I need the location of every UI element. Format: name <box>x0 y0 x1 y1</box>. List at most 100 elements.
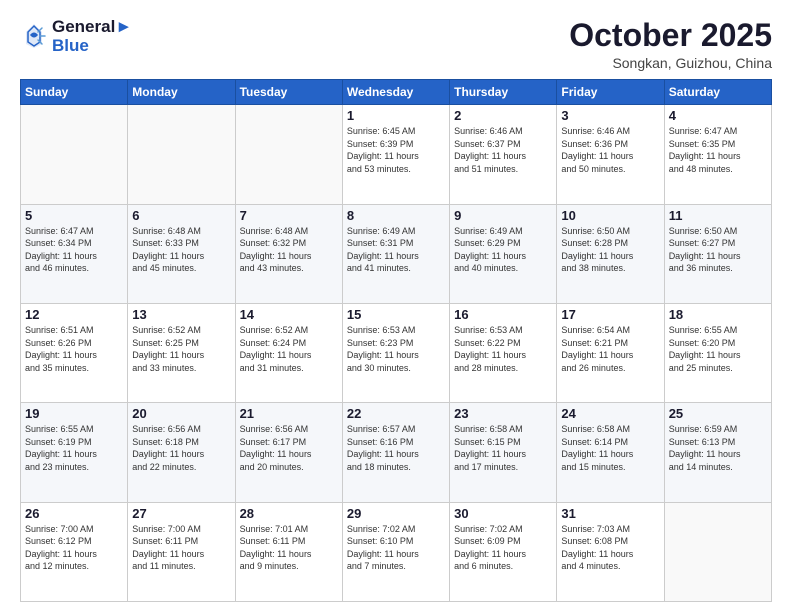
day-number: 14 <box>240 307 338 322</box>
day-number: 20 <box>132 406 230 421</box>
calendar-cell <box>664 502 771 601</box>
day-number: 22 <box>347 406 445 421</box>
day-info: Sunrise: 6:48 AM Sunset: 6:32 PM Dayligh… <box>240 225 338 275</box>
location: Songkan, Guizhou, China <box>569 55 772 71</box>
calendar-cell <box>235 105 342 204</box>
calendar-cell: 3 Sunrise: 6:46 AM Sunset: 6:36 PM Daylig… <box>557 105 664 204</box>
day-info: Sunrise: 6:46 AM Sunset: 6:37 PM Dayligh… <box>454 125 552 175</box>
calendar-table: Sunday Monday Tuesday Wednesday Thursday… <box>20 79 772 602</box>
calendar-cell: 7 Sunrise: 6:48 AM Sunset: 6:32 PM Daylig… <box>235 204 342 303</box>
calendar-cell <box>21 105 128 204</box>
title-block: October 2025 Songkan, Guizhou, China <box>569 18 772 71</box>
logo: General► Blue <box>20 18 132 55</box>
day-number: 29 <box>347 506 445 521</box>
day-number: 26 <box>25 506 123 521</box>
day-info: Sunrise: 6:55 AM Sunset: 6:19 PM Dayligh… <box>25 423 123 473</box>
day-info: Sunrise: 6:49 AM Sunset: 6:29 PM Dayligh… <box>454 225 552 275</box>
calendar-week-row: 12Sunrise: 6:51 AM Sunset: 6:26 PM Dayli… <box>21 303 772 402</box>
day-number: 19 <box>25 406 123 421</box>
day-number: 9 <box>454 208 552 223</box>
day-number: 16 <box>454 307 552 322</box>
calendar-cell: 24 Sunrise: 6:58 AM Sunset: 6:14 PM Dayli… <box>557 403 664 502</box>
day-info: Sunrise: 6:46 AM Sunset: 6:36 PM Dayligh… <box>561 125 659 175</box>
calendar-cell: 5Sunrise: 6:47 AM Sunset: 6:34 PM Daylig… <box>21 204 128 303</box>
day-number: 2 <box>454 108 552 123</box>
day-info: Sunrise: 7:00 AM Sunset: 6:11 PM Dayligh… <box>132 523 230 573</box>
day-info: Sunrise: 7:00 AM Sunset: 6:12 PM Dayligh… <box>25 523 123 573</box>
header-monday: Monday <box>128 80 235 105</box>
day-info: Sunrise: 6:58 AM Sunset: 6:14 PM Dayligh… <box>561 423 659 473</box>
calendar-cell: 16 Sunrise: 6:53 AM Sunset: 6:22 PM Dayli… <box>450 303 557 402</box>
day-number: 23 <box>454 406 552 421</box>
day-number: 18 <box>669 307 767 322</box>
calendar-week-row: 5Sunrise: 6:47 AM Sunset: 6:34 PM Daylig… <box>21 204 772 303</box>
day-info: Sunrise: 6:56 AM Sunset: 6:17 PM Dayligh… <box>240 423 338 473</box>
calendar-cell: 14 Sunrise: 6:52 AM Sunset: 6:24 PM Dayli… <box>235 303 342 402</box>
day-info: Sunrise: 6:52 AM Sunset: 6:24 PM Dayligh… <box>240 324 338 374</box>
calendar-week-row: 26 Sunrise: 7:00 AM Sunset: 6:12 PM Dayli… <box>21 502 772 601</box>
calendar-cell: 20 Sunrise: 6:56 AM Sunset: 6:18 PM Dayli… <box>128 403 235 502</box>
calendar-cell: 15 Sunrise: 6:53 AM Sunset: 6:23 PM Dayli… <box>342 303 449 402</box>
calendar-cell: 18Sunrise: 6:55 AM Sunset: 6:20 PM Dayli… <box>664 303 771 402</box>
logo-text-line2: Blue <box>52 37 132 56</box>
day-info: Sunrise: 6:53 AM Sunset: 6:23 PM Dayligh… <box>347 324 445 374</box>
calendar-cell: 2 Sunrise: 6:46 AM Sunset: 6:37 PM Daylig… <box>450 105 557 204</box>
day-info: Sunrise: 7:02 AM Sunset: 6:10 PM Dayligh… <box>347 523 445 573</box>
day-number: 10 <box>561 208 659 223</box>
month-title: October 2025 <box>569 18 772 53</box>
day-number: 7 <box>240 208 338 223</box>
day-number: 1 <box>347 108 445 123</box>
calendar-cell: 23Sunrise: 6:58 AM Sunset: 6:15 PM Dayli… <box>450 403 557 502</box>
day-number: 5 <box>25 208 123 223</box>
day-number: 25 <box>669 406 767 421</box>
day-number: 6 <box>132 208 230 223</box>
day-number: 13 <box>132 307 230 322</box>
logo-icon <box>20 22 48 50</box>
page: General► Blue October 2025 Songkan, Guiz… <box>0 0 792 612</box>
calendar-cell: 17 Sunrise: 6:54 AM Sunset: 6:21 PM Dayli… <box>557 303 664 402</box>
calendar-cell: 8 Sunrise: 6:49 AM Sunset: 6:31 PM Daylig… <box>342 204 449 303</box>
calendar-cell: 4Sunrise: 6:47 AM Sunset: 6:35 PM Daylig… <box>664 105 771 204</box>
day-info: Sunrise: 6:45 AM Sunset: 6:39 PM Dayligh… <box>347 125 445 175</box>
day-info: Sunrise: 6:53 AM Sunset: 6:22 PM Dayligh… <box>454 324 552 374</box>
header-thursday: Thursday <box>450 80 557 105</box>
calendar-cell: 27Sunrise: 7:00 AM Sunset: 6:11 PM Dayli… <box>128 502 235 601</box>
calendar-cell: 12Sunrise: 6:51 AM Sunset: 6:26 PM Dayli… <box>21 303 128 402</box>
calendar-cell: 22 Sunrise: 6:57 AM Sunset: 6:16 PM Dayli… <box>342 403 449 502</box>
calendar-cell: 21 Sunrise: 6:56 AM Sunset: 6:17 PM Dayli… <box>235 403 342 502</box>
day-number: 15 <box>347 307 445 322</box>
day-info: Sunrise: 6:47 AM Sunset: 6:35 PM Dayligh… <box>669 125 767 175</box>
calendar-body: 1 Sunrise: 6:45 AM Sunset: 6:39 PM Daylig… <box>21 105 772 602</box>
calendar-cell: 11Sunrise: 6:50 AM Sunset: 6:27 PM Dayli… <box>664 204 771 303</box>
header-friday: Friday <box>557 80 664 105</box>
day-info: Sunrise: 7:03 AM Sunset: 6:08 PM Dayligh… <box>561 523 659 573</box>
calendar-cell: 30 Sunrise: 7:02 AM Sunset: 6:09 PM Dayli… <box>450 502 557 601</box>
calendar-cell: 6Sunrise: 6:48 AM Sunset: 6:33 PM Daylig… <box>128 204 235 303</box>
day-number: 21 <box>240 406 338 421</box>
header: General► Blue October 2025 Songkan, Guiz… <box>20 18 772 71</box>
weekday-header-row: Sunday Monday Tuesday Wednesday Thursday… <box>21 80 772 105</box>
day-info: Sunrise: 7:02 AM Sunset: 6:09 PM Dayligh… <box>454 523 552 573</box>
day-info: Sunrise: 6:54 AM Sunset: 6:21 PM Dayligh… <box>561 324 659 374</box>
calendar-cell <box>128 105 235 204</box>
calendar-week-row: 1 Sunrise: 6:45 AM Sunset: 6:39 PM Daylig… <box>21 105 772 204</box>
day-info: Sunrise: 6:49 AM Sunset: 6:31 PM Dayligh… <box>347 225 445 275</box>
header-wednesday: Wednesday <box>342 80 449 105</box>
day-number: 3 <box>561 108 659 123</box>
day-number: 17 <box>561 307 659 322</box>
day-info: Sunrise: 6:50 AM Sunset: 6:28 PM Dayligh… <box>561 225 659 275</box>
day-number: 31 <box>561 506 659 521</box>
calendar-cell: 10 Sunrise: 6:50 AM Sunset: 6:28 PM Dayli… <box>557 204 664 303</box>
calendar-cell: 13Sunrise: 6:52 AM Sunset: 6:25 PM Dayli… <box>128 303 235 402</box>
day-info: Sunrise: 6:57 AM Sunset: 6:16 PM Dayligh… <box>347 423 445 473</box>
day-info: Sunrise: 7:01 AM Sunset: 6:11 PM Dayligh… <box>240 523 338 573</box>
day-number: 24 <box>561 406 659 421</box>
calendar-week-row: 19 Sunrise: 6:55 AM Sunset: 6:19 PM Dayli… <box>21 403 772 502</box>
day-number: 30 <box>454 506 552 521</box>
day-number: 11 <box>669 208 767 223</box>
calendar-cell: 19 Sunrise: 6:55 AM Sunset: 6:19 PM Dayli… <box>21 403 128 502</box>
day-number: 8 <box>347 208 445 223</box>
day-info: Sunrise: 6:51 AM Sunset: 6:26 PM Dayligh… <box>25 324 123 374</box>
calendar-cell: 31 Sunrise: 7:03 AM Sunset: 6:08 PM Dayli… <box>557 502 664 601</box>
day-info: Sunrise: 6:56 AM Sunset: 6:18 PM Dayligh… <box>132 423 230 473</box>
